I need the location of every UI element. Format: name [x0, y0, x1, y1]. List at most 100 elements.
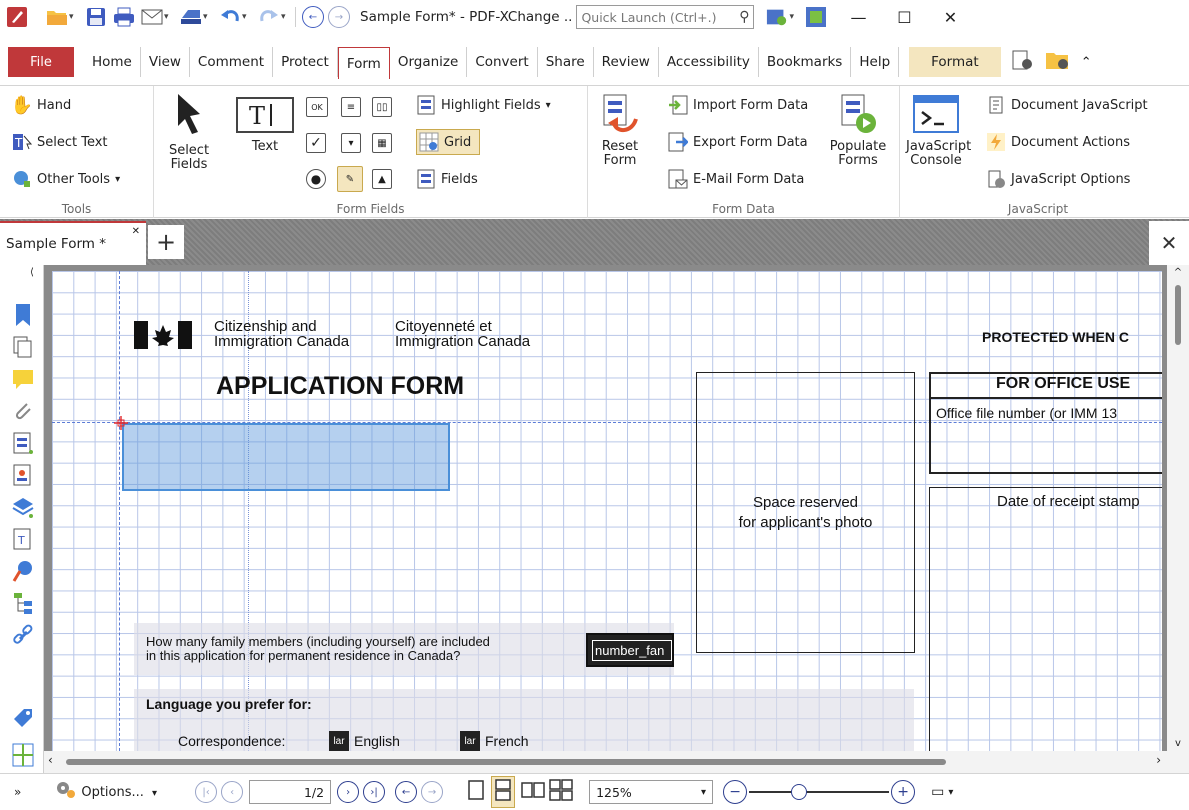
first-page-button[interactable]: |‹: [195, 781, 218, 803]
bookmarks-icon[interactable]: [12, 303, 34, 327]
email-icon[interactable]: [141, 6, 163, 28]
tab-comment[interactable]: Comment: [190, 47, 274, 77]
new-tab-button[interactable]: +: [148, 225, 184, 259]
signature-field-icon[interactable]: ✎: [337, 166, 363, 192]
tab-convert[interactable]: Convert: [467, 47, 538, 77]
javascript-options-button[interactable]: JavaScript Options: [986, 169, 1130, 189]
structure-icon[interactable]: [12, 591, 34, 615]
chevron-down-icon[interactable]: ▾: [948, 787, 953, 798]
tab-accessibility[interactable]: Accessibility: [659, 47, 759, 77]
checkbox-field-icon[interactable]: ✓: [306, 133, 326, 153]
vertical-scrollbar[interactable]: ^ v: [1167, 265, 1189, 751]
new-field-selection[interactable]: [122, 423, 450, 491]
zoom-slider[interactable]: [749, 782, 890, 802]
minimize-button[interactable]: —: [835, 0, 881, 34]
javascript-console-button[interactable]: JavaScript Console: [906, 94, 971, 168]
undo-dropdown-icon[interactable]: ▾: [242, 12, 252, 22]
tab-form[interactable]: Form: [337, 47, 390, 79]
find-icon[interactable]: [1011, 48, 1035, 76]
previous-page-button[interactable]: ‹: [221, 781, 244, 803]
single-page-icon[interactable]: [467, 779, 485, 805]
image-field-icon[interactable]: ▲: [372, 169, 392, 189]
scroll-right-icon[interactable]: ›: [1156, 753, 1161, 767]
quick-launch-input[interactable]: Quick Launch (Ctrl+.) ⚲: [576, 5, 755, 29]
page-number-input[interactable]: 1/2: [249, 780, 332, 804]
attachments-icon[interactable]: [12, 399, 34, 423]
tab-format[interactable]: Format: [909, 47, 1001, 77]
date-field-icon[interactable]: ▦: [372, 133, 392, 153]
fullscreen-icon[interactable]: [805, 6, 827, 28]
french-radio-field[interactable]: lar: [460, 731, 480, 751]
export-form-data-button[interactable]: Export Form Data: [668, 132, 808, 152]
tab-help[interactable]: Help: [851, 47, 900, 77]
document-javascript-button[interactable]: Document JavaScript: [986, 95, 1148, 115]
close-tab-icon[interactable]: ✕: [132, 226, 140, 237]
text-field-button[interactable]: T Text: [230, 94, 300, 154]
continuous-page-icon[interactable]: [491, 776, 516, 808]
undo-icon[interactable]: [219, 6, 241, 28]
horizontal-scrollbar[interactable]: ‹ ›: [44, 751, 1189, 773]
continuous-facing-icon[interactable]: [549, 779, 573, 805]
select-text-button[interactable]: T Select Text: [12, 132, 108, 152]
zoom-slider-thumb[interactable]: [791, 784, 808, 800]
links-icon[interactable]: [12, 623, 34, 647]
open-dropdown-icon[interactable]: ▾: [69, 12, 79, 22]
customize-statusbar-icon[interactable]: »: [14, 785, 21, 799]
zoom-out-button[interactable]: −: [723, 780, 748, 804]
listbox-field-icon[interactable]: ≡: [341, 97, 361, 117]
print-icon[interactable]: [113, 6, 135, 28]
content-icon[interactable]: T: [12, 527, 34, 551]
maximize-button[interactable]: ☐: [881, 0, 927, 34]
file-tab[interactable]: File: [8, 47, 74, 77]
reset-form-button[interactable]: Reset Form: [594, 94, 646, 168]
back-icon[interactable]: ←: [302, 6, 324, 28]
destinations-icon[interactable]: [12, 559, 34, 583]
redo-dropdown-icon[interactable]: ▾: [281, 12, 291, 22]
tags-icon[interactable]: [12, 705, 34, 729]
save-icon[interactable]: [85, 6, 107, 28]
radio-field-icon[interactable]: ●: [306, 169, 326, 189]
pages-icon[interactable]: [12, 335, 34, 359]
import-form-data-button[interactable]: Import Form Data: [668, 95, 808, 115]
collapse-panel-icon[interactable]: ⟨: [30, 267, 34, 278]
options-button[interactable]: Options... ▾: [81, 785, 157, 800]
document-tab[interactable]: Sample Form * ✕: [0, 221, 146, 265]
next-page-button[interactable]: ›: [337, 781, 360, 803]
highlight-fields-button[interactable]: Highlight Fields ▾: [416, 95, 551, 115]
facing-pages-icon[interactable]: [521, 779, 545, 805]
email-form-data-button[interactable]: E-Mail Form Data: [668, 169, 804, 189]
settings-dropdown-icon[interactable]: ▾: [789, 12, 799, 22]
document-actions-button[interactable]: Document Actions: [986, 132, 1130, 152]
collapse-ribbon-icon[interactable]: ⌃: [1081, 55, 1092, 70]
select-fields-button[interactable]: Select Fields: [164, 94, 214, 172]
tab-home[interactable]: Home: [84, 47, 141, 77]
english-radio-field[interactable]: lar: [329, 731, 349, 751]
tab-protect[interactable]: Protect: [273, 47, 338, 77]
tab-bookmarks[interactable]: Bookmarks: [759, 47, 852, 77]
populate-forms-button[interactable]: Populate Forms: [828, 94, 888, 168]
form-grid-icon[interactable]: [12, 743, 34, 767]
tab-share[interactable]: Share: [538, 47, 594, 77]
scan-icon[interactable]: [180, 6, 202, 28]
previous-view-button[interactable]: ←: [395, 781, 418, 803]
open-folder-icon[interactable]: [46, 6, 68, 28]
fit-page-icon[interactable]: ▭: [931, 784, 944, 800]
number-family-field[interactable]: number_fan: [586, 633, 674, 667]
signatures-icon[interactable]: [12, 463, 34, 487]
scroll-left-icon[interactable]: ‹: [48, 753, 53, 767]
tab-review[interactable]: Review: [594, 47, 659, 77]
tab-view[interactable]: View: [141, 47, 190, 77]
vertical-scroll-thumb[interactable]: [1175, 285, 1181, 345]
layers-icon[interactable]: [12, 495, 34, 519]
close-document-button[interactable]: ✕: [1149, 221, 1189, 265]
fields-panel-icon[interactable]: [12, 431, 34, 455]
forward-icon[interactable]: →: [328, 6, 350, 28]
scroll-up-icon[interactable]: ^: [1167, 267, 1189, 278]
grid-button[interactable]: Grid: [416, 129, 481, 155]
email-dropdown-icon[interactable]: ▾: [164, 12, 174, 22]
close-window-button[interactable]: ✕: [927, 0, 973, 34]
horizontal-scroll-thumb[interactable]: [66, 759, 946, 765]
hand-tool-button[interactable]: ✋ Hand: [11, 95, 71, 116]
next-view-button[interactable]: →: [421, 781, 444, 803]
zoom-select[interactable]: 125% ▾: [589, 780, 714, 804]
